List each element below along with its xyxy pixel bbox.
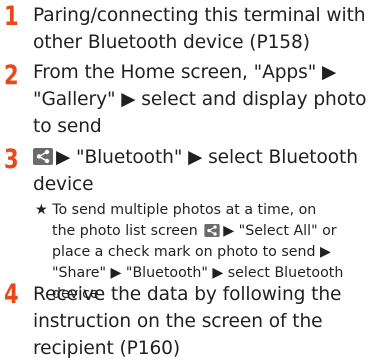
step-number-1: 1 — [4, 1, 19, 32]
step-4-line-3: recipient (P160) — [33, 338, 181, 359]
step-2-line-1: From the Home screen, "Apps" ▶ — [33, 62, 337, 83]
step-3-line-2: device — [33, 174, 94, 195]
share-icon — [204, 223, 220, 244]
step-3-line-1-text: ▶ "Bluetooth" ▶ select Bluetooth — [56, 147, 358, 168]
step-1-line-2: other Bluetooth device (P158) — [33, 32, 310, 53]
step-3-note-line-2-after: ▶ "Select All" or — [223, 223, 337, 239]
step-2-line-2: "Gallery" ▶ select and display photo — [33, 89, 367, 110]
step-3-line-1: ▶ "Bluetooth" ▶ select Bluetooth — [33, 145, 358, 173]
step-1-line-1: Paring/connecting this terminal with — [33, 5, 366, 26]
step-number-3: 3 — [4, 144, 19, 175]
step-3-note-line-2-text: the photo list screen — [52, 223, 198, 239]
share-icon — [33, 147, 53, 173]
step-2-line-3: to send — [33, 116, 102, 137]
step-number-2: 2 — [4, 60, 19, 91]
step-number-4: 4 — [4, 279, 19, 310]
step-3-note-line-1: ★ To send multiple photos at a time, on — [35, 202, 317, 218]
step-4-line-1: Receive the data by following the — [33, 284, 342, 305]
step-3-note-line-2: the photo list screen ▶ "Select All" or — [52, 221, 337, 244]
step-3-note-line-4: "Share" ▶ "Bluetooth" ▶ select Bluetooth — [52, 265, 344, 281]
step-4-line-2: instruction on the screen of the — [33, 311, 323, 332]
step-3-note-line-3: place a check mark on photo to send ▶ — [52, 244, 331, 260]
